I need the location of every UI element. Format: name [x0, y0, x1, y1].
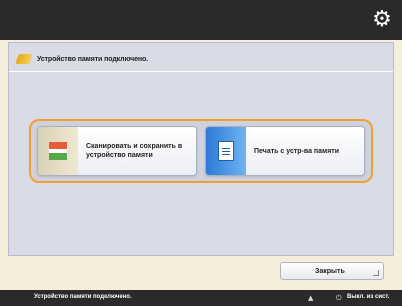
scan-to-memory-icon [38, 127, 78, 175]
message-row: Устройство памяти подключено. [15, 51, 149, 67]
close-button[interactable]: Закрыть [280, 262, 384, 280]
corner-mark-icon [373, 270, 379, 276]
title-bar: ⚙ [0, 0, 402, 40]
energy-saver-icon[interactable]: ⏻ [336, 294, 344, 302]
gear-icon[interactable]: ⚙ [370, 8, 394, 32]
energy-saver-label[interactable]: Выкл. из сист. [347, 294, 389, 300]
status-text: Устройство памяти подключено. [34, 294, 132, 300]
main-panel: Устройство памяти подключено. Сканироват… [8, 42, 394, 256]
memory-stick-icon [15, 54, 33, 64]
divider [9, 71, 393, 72]
print-from-memory-icon [206, 127, 246, 175]
status-bar: Устройство памяти подключено. ▲ ⏻ Выкл. … [0, 290, 402, 306]
scan-and-store-label: Сканировать и сохранить в устройство пам… [86, 143, 183, 159]
eject-icon[interactable]: ▲ [308, 294, 316, 302]
panel-message: Устройство памяти подключено. [37, 55, 149, 63]
print-from-memory-label: Печать с устр-ва памяти [254, 147, 340, 155]
options-group: Сканировать и сохранить в устройство пам… [29, 119, 373, 183]
scan-and-store-button[interactable]: Сканировать и сохранить в устройство пам… [37, 126, 197, 176]
print-from-memory-button[interactable]: Печать с устр-ва памяти [205, 126, 365, 176]
close-button-label: Закрыть [315, 267, 345, 275]
